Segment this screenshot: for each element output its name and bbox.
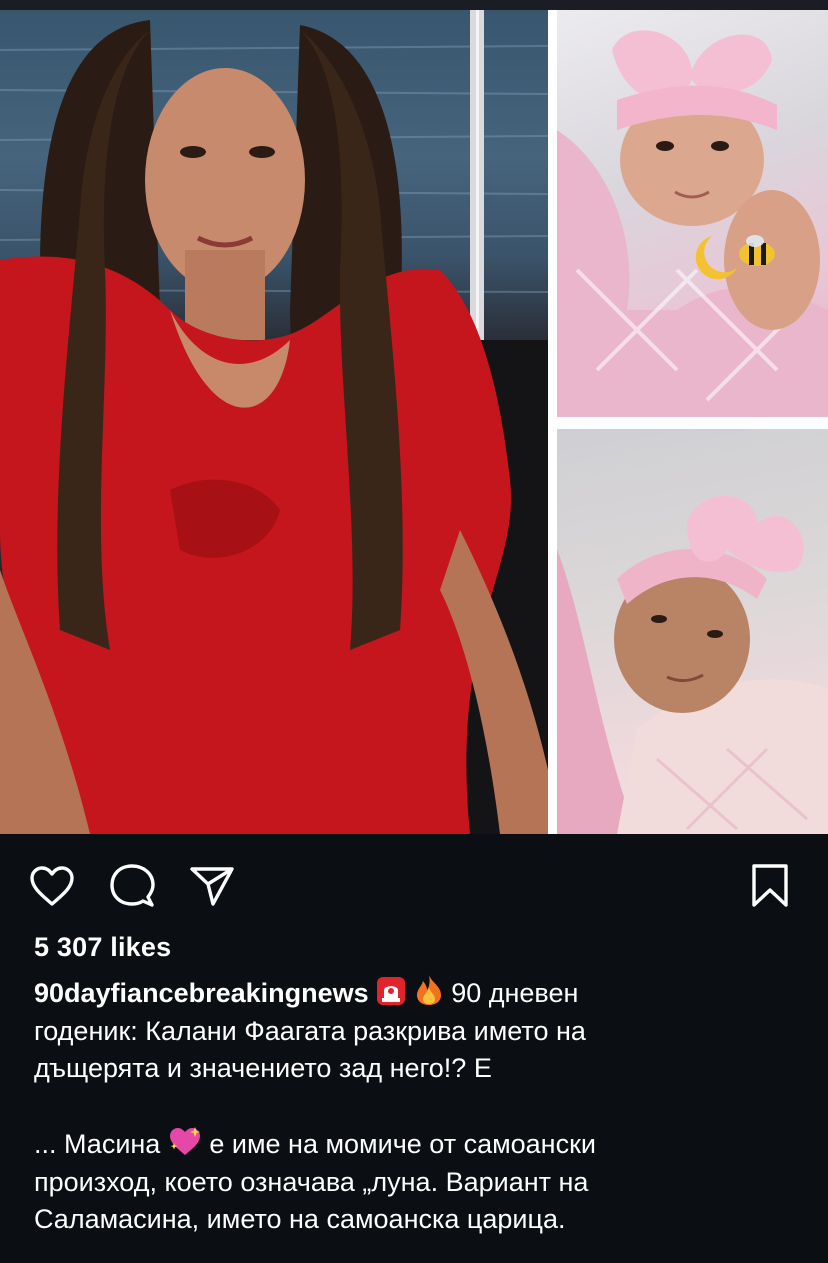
caption-line-4: ... Масина е име на момиче от самоански xyxy=(34,1125,774,1164)
status-strip xyxy=(0,0,828,10)
fire-icon xyxy=(416,975,441,1005)
heart-outline-icon xyxy=(30,866,74,906)
caption-line-2: годеник: Калани Фаагата разкрива името н… xyxy=(34,1015,586,1046)
photo-woman-red-dress xyxy=(0,10,548,834)
like-button[interactable] xyxy=(26,860,78,912)
caption-line-6: Саламасина, името на самоанска царица. xyxy=(34,1204,566,1234)
photo-baby-top xyxy=(557,10,828,417)
post-action-bar xyxy=(0,834,828,934)
caption-line-5: произход, което означава „луна. Вариант … xyxy=(34,1166,589,1197)
photo-baby-bottom xyxy=(557,429,828,834)
save-button[interactable] xyxy=(744,860,796,912)
photo-baby-top-illustration xyxy=(557,30,828,417)
post-image-collage[interactable] xyxy=(0,10,828,834)
paper-plane-icon xyxy=(190,867,234,906)
rotating-light-icon xyxy=(377,977,406,1005)
likes-count[interactable]: 5 307 likes xyxy=(34,932,171,963)
caption-text-4b: е име на момиче от самоански xyxy=(209,1129,596,1159)
bookmark-icon xyxy=(752,864,788,907)
post-details: 5 307 likes 90dayfiancebreakingnews 90 д… xyxy=(0,834,828,1263)
share-button[interactable] xyxy=(186,860,238,912)
username-link[interactable]: 90dayfiancebreakingnews xyxy=(34,978,369,1008)
caption-line-1: 90dayfiancebreakingnews 90 дневен xyxy=(34,974,774,1013)
comment-bubble-icon xyxy=(110,864,155,907)
caption-line-3: дъщерята и значението зад него!? Е xyxy=(34,1053,492,1083)
sparkling-heart-icon xyxy=(169,1127,200,1155)
caption-text-4a: ... Масина xyxy=(34,1129,161,1159)
caption-text-1: 90 дневен xyxy=(451,978,579,1008)
photo-baby-bottom-illustration xyxy=(557,495,828,834)
comment-button[interactable] xyxy=(106,860,158,912)
photo-woman-illustration xyxy=(0,10,548,834)
post-caption: 90dayfiancebreakingnews 90 дневен годени… xyxy=(34,974,774,1239)
